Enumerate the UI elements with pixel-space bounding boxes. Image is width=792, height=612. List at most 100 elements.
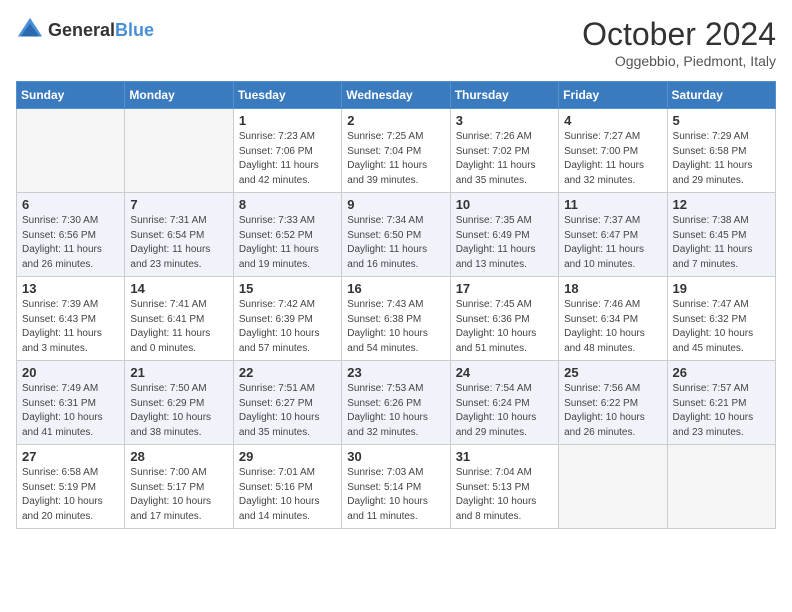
day-info: Sunrise: 7:50 AM Sunset: 6:29 PM Dayligh… [130,382,227,440]
calendar-cell: 22 Sunrise: 7:51 AM Sunset: 6:27 PM Dayli… [233,361,341,445]
calendar-cell: 28 Sunrise: 7:00 AM Sunset: 5:17 PM Dayli… [125,445,233,529]
day-number: 5 [673,113,770,128]
calendar-cell: 1 Sunrise: 7:23 AM Sunset: 7:06 PM Daylig… [233,109,341,193]
day-info: Sunrise: 7:34 AM Sunset: 6:50 PM Dayligh… [347,214,444,272]
day-info: Sunrise: 7:29 AM Sunset: 6:58 PM Dayligh… [673,130,770,188]
day-number: 16 [347,281,444,296]
day-number: 14 [130,281,227,296]
calendar-cell: 8 Sunrise: 7:33 AM Sunset: 6:52 PM Daylig… [233,193,341,277]
weekday-header-saturday: Saturday [667,82,775,109]
day-info: Sunrise: 7:45 AM Sunset: 6:36 PM Dayligh… [456,298,553,356]
calendar-week-2: 6 Sunrise: 7:30 AM Sunset: 6:56 PM Daylig… [17,193,776,277]
day-number: 2 [347,113,444,128]
logo-icon [16,16,44,44]
day-number: 4 [564,113,661,128]
calendar-cell [667,445,775,529]
calendar-table: SundayMondayTuesdayWednesdayThursdayFrid… [16,81,776,529]
day-info: Sunrise: 7:23 AM Sunset: 7:06 PM Dayligh… [239,130,336,188]
day-info: Sunrise: 7:57 AM Sunset: 6:21 PM Dayligh… [673,382,770,440]
day-number: 23 [347,365,444,380]
day-info: Sunrise: 7:41 AM Sunset: 6:41 PM Dayligh… [130,298,227,356]
calendar-cell: 12 Sunrise: 7:38 AM Sunset: 6:45 PM Dayli… [667,193,775,277]
weekday-header-friday: Friday [559,82,667,109]
day-number: 26 [673,365,770,380]
day-info: Sunrise: 7:51 AM Sunset: 6:27 PM Dayligh… [239,382,336,440]
calendar-week-5: 27 Sunrise: 6:58 AM Sunset: 5:19 PM Dayli… [17,445,776,529]
calendar-week-4: 20 Sunrise: 7:49 AM Sunset: 6:31 PM Dayli… [17,361,776,445]
calendar-cell: 15Sunrise: 7:42 AM Sunset: 6:39 PM Dayli… [233,277,341,361]
day-number: 8 [239,197,336,212]
day-info: Sunrise: 7:03 AM Sunset: 5:14 PM Dayligh… [347,466,444,524]
day-info: Sunrise: 7:27 AM Sunset: 7:00 PM Dayligh… [564,130,661,188]
calendar-cell: 30 Sunrise: 7:03 AM Sunset: 5:14 PM Dayli… [342,445,450,529]
day-info: Sunrise: 7:35 AM Sunset: 6:49 PM Dayligh… [456,214,553,272]
calendar-cell: 24Sunrise: 7:54 AM Sunset: 6:24 PM Dayli… [450,361,558,445]
day-number: 24 [456,365,553,380]
day-number: 12 [673,197,770,212]
day-info: Sunrise: 7:25 AM Sunset: 7:04 PM Dayligh… [347,130,444,188]
calendar-cell: 18Sunrise: 7:46 AM Sunset: 6:34 PM Dayli… [559,277,667,361]
weekday-header-sunday: Sunday [17,82,125,109]
day-info: Sunrise: 7:46 AM Sunset: 6:34 PM Dayligh… [564,298,661,356]
weekday-header-tuesday: Tuesday [233,82,341,109]
day-info: Sunrise: 7:47 AM Sunset: 6:32 PM Dayligh… [673,298,770,356]
calendar-cell: 2 Sunrise: 7:25 AM Sunset: 7:04 PM Daylig… [342,109,450,193]
day-number: 6 [22,197,119,212]
logo-blue-text: Blue [115,20,154,40]
calendar-cell: 25Sunrise: 7:56 AM Sunset: 6:22 PM Dayli… [559,361,667,445]
page-header: GeneralBlue October 2024 Oggebbio, Piedm… [16,16,776,69]
day-info: Sunrise: 7:49 AM Sunset: 6:31 PM Dayligh… [22,382,119,440]
logo: GeneralBlue [16,16,154,44]
weekday-header-monday: Monday [125,82,233,109]
day-info: Sunrise: 7:38 AM Sunset: 6:45 PM Dayligh… [673,214,770,272]
day-number: 10 [456,197,553,212]
day-info: Sunrise: 7:01 AM Sunset: 5:16 PM Dayligh… [239,466,336,524]
day-info: Sunrise: 7:53 AM Sunset: 6:26 PM Dayligh… [347,382,444,440]
day-info: Sunrise: 7:43 AM Sunset: 6:38 PM Dayligh… [347,298,444,356]
calendar-cell: 6 Sunrise: 7:30 AM Sunset: 6:56 PM Daylig… [17,193,125,277]
calendar-cell: 13 Sunrise: 7:39 AM Sunset: 6:43 PM Dayli… [17,277,125,361]
calendar-cell: 14 Sunrise: 7:41 AM Sunset: 6:41 PM Dayli… [125,277,233,361]
logo-general-text: General [48,20,115,40]
day-info: Sunrise: 7:39 AM Sunset: 6:43 PM Dayligh… [22,298,119,356]
day-number: 30 [347,449,444,464]
calendar-cell: 7Sunrise: 7:31 AM Sunset: 6:54 PM Daylig… [125,193,233,277]
calendar-cell: 19Sunrise: 7:47 AM Sunset: 6:32 PM Dayli… [667,277,775,361]
calendar-cell [17,109,125,193]
calendar-cell: 10 Sunrise: 7:35 AM Sunset: 6:49 PM Dayli… [450,193,558,277]
day-number: 15 [239,281,336,296]
day-number: 17 [456,281,553,296]
day-number: 11 [564,197,661,212]
day-number: 27 [22,449,119,464]
day-number: 28 [130,449,227,464]
calendar-cell: 5 Sunrise: 7:29 AM Sunset: 6:58 PM Daylig… [667,109,775,193]
day-number: 13 [22,281,119,296]
day-number: 21 [130,365,227,380]
day-info: Sunrise: 7:37 AM Sunset: 6:47 PM Dayligh… [564,214,661,272]
month-title: October 2024 [582,16,776,53]
calendar-cell: 31Sunrise: 7:04 AM Sunset: 5:13 PM Dayli… [450,445,558,529]
day-info: Sunrise: 7:30 AM Sunset: 6:56 PM Dayligh… [22,214,119,272]
day-number: 29 [239,449,336,464]
day-number: 22 [239,365,336,380]
calendar-cell: 20 Sunrise: 7:49 AM Sunset: 6:31 PM Dayli… [17,361,125,445]
calendar-cell: 26 Sunrise: 7:57 AM Sunset: 6:21 PM Dayli… [667,361,775,445]
location-text: Oggebbio, Piedmont, Italy [582,53,776,69]
calendar-cell [559,445,667,529]
day-number: 7 [130,197,227,212]
day-info: Sunrise: 6:58 AM Sunset: 5:19 PM Dayligh… [22,466,119,524]
weekday-header-wednesday: Wednesday [342,82,450,109]
day-number: 31 [456,449,553,464]
calendar-cell: 11 Sunrise: 7:37 AM Sunset: 6:47 PM Dayli… [559,193,667,277]
calendar-cell: 4 Sunrise: 7:27 AM Sunset: 7:00 PM Daylig… [559,109,667,193]
calendar-cell: 23 Sunrise: 7:53 AM Sunset: 6:26 PM Dayli… [342,361,450,445]
calendar-cell [125,109,233,193]
day-number: 20 [22,365,119,380]
calendar-week-3: 13 Sunrise: 7:39 AM Sunset: 6:43 PM Dayli… [17,277,776,361]
day-info: Sunrise: 7:00 AM Sunset: 5:17 PM Dayligh… [130,466,227,524]
day-number: 1 [239,113,336,128]
calendar-cell: 16 Sunrise: 7:43 AM Sunset: 6:38 PM Dayli… [342,277,450,361]
day-info: Sunrise: 7:33 AM Sunset: 6:52 PM Dayligh… [239,214,336,272]
day-number: 25 [564,365,661,380]
calendar-cell: 27 Sunrise: 6:58 AM Sunset: 5:19 PM Dayli… [17,445,125,529]
